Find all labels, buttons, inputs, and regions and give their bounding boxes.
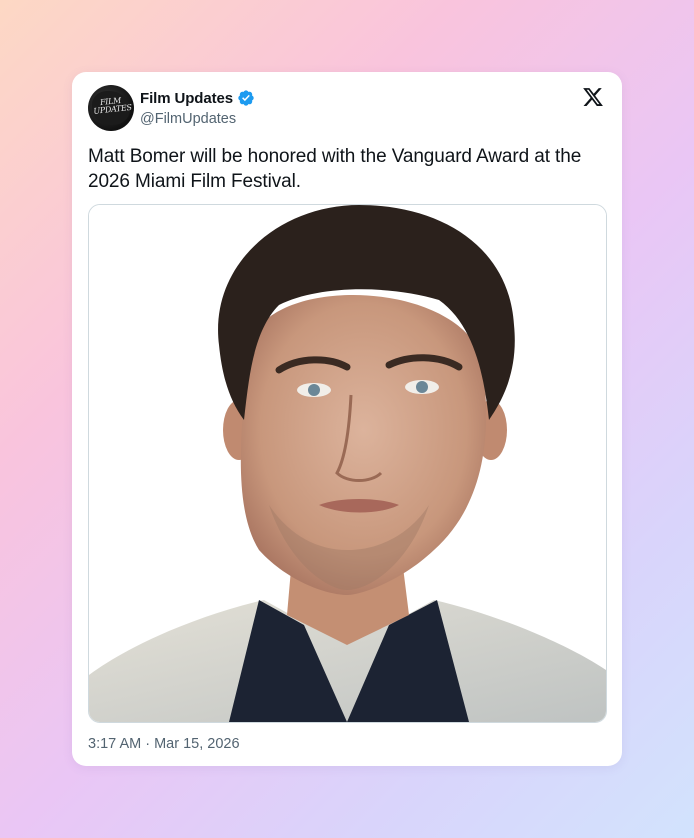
tweet-photo[interactable] [88, 204, 607, 723]
tweet-card[interactable]: FILM UPDATES Film Updates @FilmUpdates M… [72, 72, 622, 766]
author-row: Film Updates [140, 89, 255, 107]
author-handle[interactable]: @FilmUpdates [140, 111, 236, 127]
verified-badge-icon [238, 90, 254, 106]
tweet-text: Matt Bomer will be honored with the Vang… [88, 146, 582, 192]
portrait-image [89, 205, 606, 722]
author-name[interactable]: Film Updates [140, 90, 233, 107]
avatar[interactable]: FILM UPDATES [88, 85, 134, 131]
tweet-timestamp[interactable]: 3:17 AM · Mar 15, 2026 [88, 736, 240, 752]
x-logo-icon[interactable] [582, 86, 604, 108]
